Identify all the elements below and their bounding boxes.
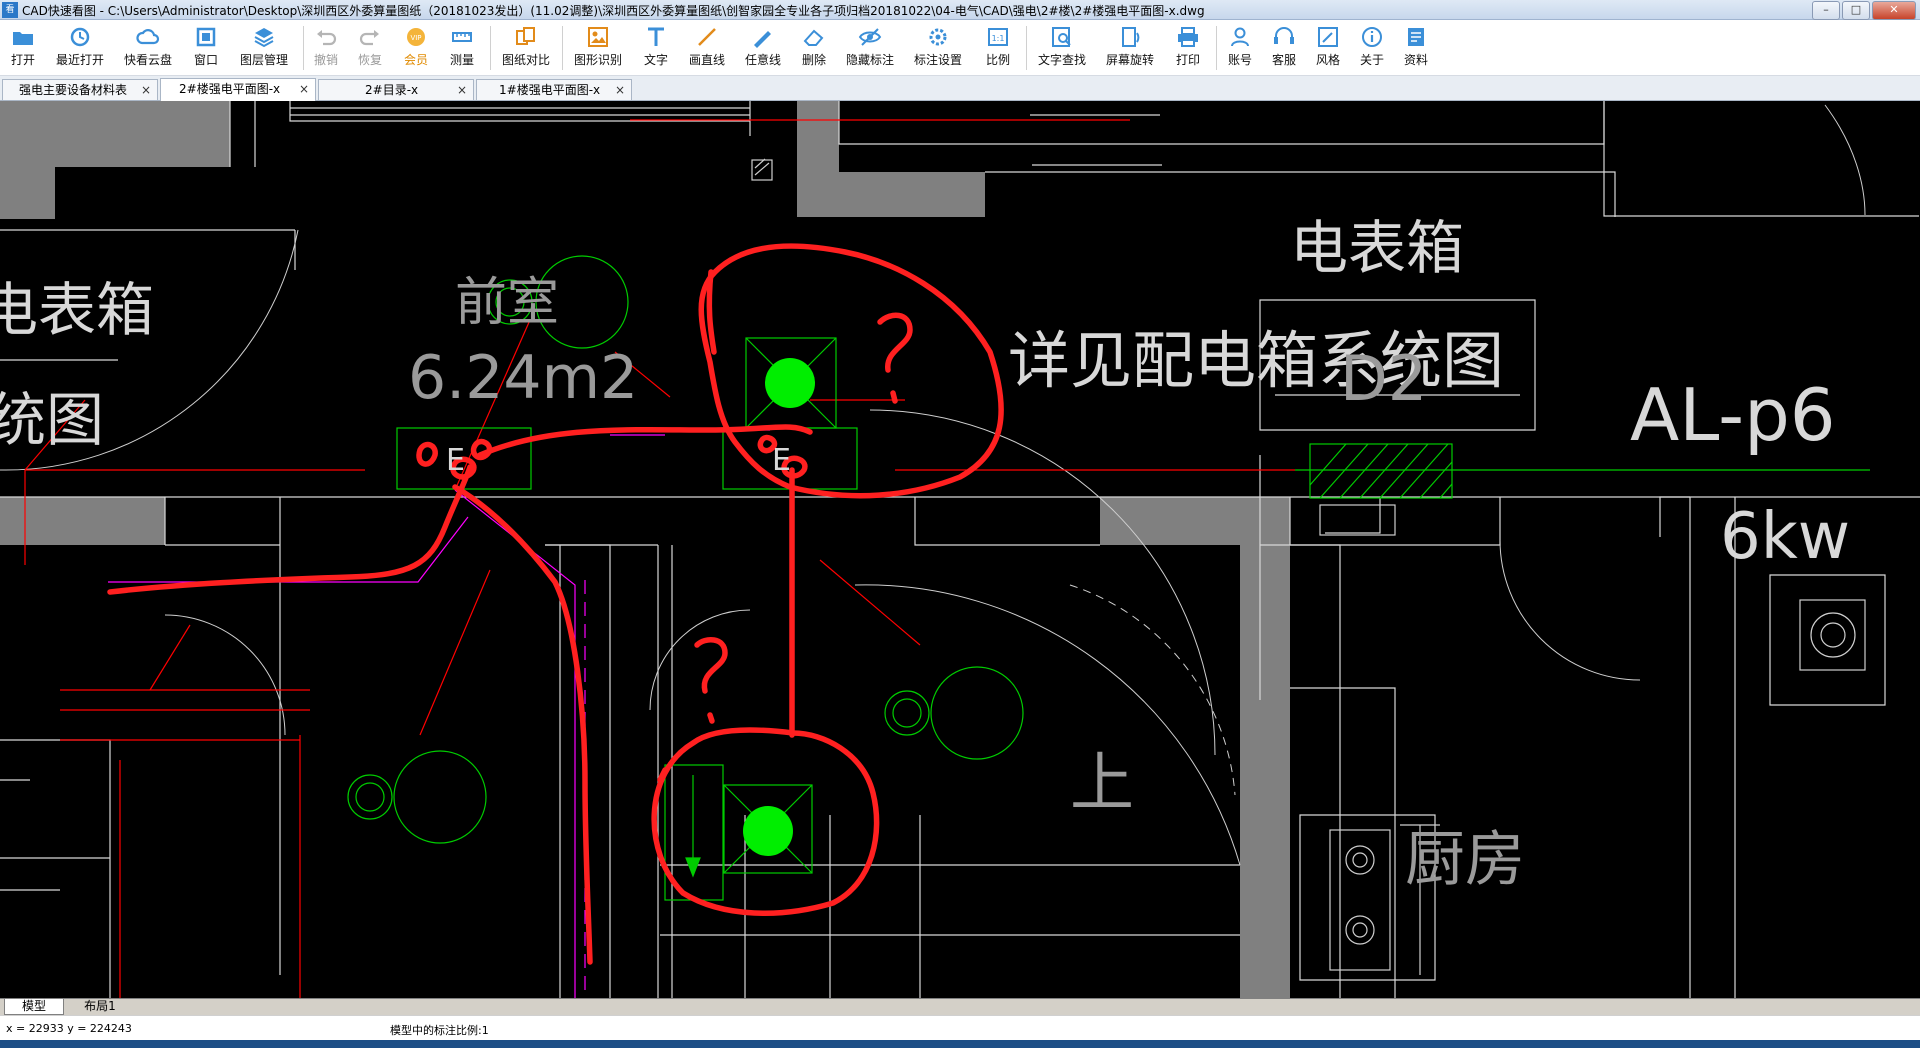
panel-id-label: AL-p6 (1630, 373, 1836, 457)
shape-recognition-button[interactable]: 图形识别 (570, 22, 626, 74)
wall-lines (0, 101, 1920, 998)
meter-box-right-label: 电表箱 (1290, 214, 1464, 282)
annotation-settings-button[interactable]: 标注设置 (910, 22, 966, 74)
red-wires (24, 119, 1295, 998)
print-icon (1178, 27, 1198, 47)
annotation-scale-text: 模型中的标注比例:1 (390, 1024, 489, 1037)
svg-text:VIP: VIP (410, 34, 421, 42)
meter-box-left-label: 电表箱 (0, 276, 154, 344)
close-tab-icon[interactable]: × (141, 80, 151, 100)
hide-annotation-icon (858, 28, 882, 46)
screen-rotate-button[interactable]: 屏幕旋转 (1102, 22, 1158, 74)
account-button[interactable]: 账号 (1222, 22, 1258, 74)
tab-building2-index[interactable]: 2#目录-x × (318, 79, 474, 100)
walls (0, 101, 1290, 998)
freehand-line-button[interactable]: 任意线 (740, 22, 786, 74)
cloud-icon (136, 29, 160, 45)
minimize-button[interactable]: – (1812, 1, 1840, 20)
d2-label: D2 (1340, 342, 1427, 415)
customer-service-button[interactable]: 客服 (1266, 22, 1302, 74)
redo-button[interactable]: 恢复 (352, 22, 388, 74)
tab-building2-power-plan[interactable]: 2#楼强电平面图-x × (160, 78, 316, 101)
title-bar: 看图 CAD快速看图 - C:\Users\Administrator\Desk… (0, 0, 1920, 31)
tab-model[interactable]: 模型 (4, 999, 64, 1015)
vip-icon: VIP (407, 28, 425, 46)
line-icon (698, 28, 716, 46)
undo-icon (317, 30, 337, 46)
area-label: 6.24m2 (408, 343, 638, 413)
coordinate-readout: x = 22933 y = 224243 (6, 1022, 132, 1035)
svg-text:1:1: 1:1 (992, 34, 1005, 43)
vestibule-label: 前室 (455, 273, 559, 333)
print-button[interactable]: 打印 (1170, 22, 1206, 74)
layers-icon (254, 28, 274, 48)
about-button[interactable]: 关于 (1354, 22, 1390, 74)
freehand-icon (754, 31, 771, 48)
app-logo-icon: 看图 (2, 2, 18, 31)
style-button[interactable]: 风格 (1310, 22, 1346, 74)
document-tab-bar: 强电主要设备材料表 × 2#楼强电平面图-x × 2#目录-x × 1#楼强电平… (0, 76, 1920, 101)
tab-layout1[interactable]: 布局1 (70, 999, 130, 1015)
redo-icon (359, 30, 379, 46)
open-button[interactable]: 打开 (4, 22, 42, 74)
scale-button[interactable]: 1:1 比例 (980, 22, 1016, 74)
tab-building1-power-plan[interactable]: 1#楼强电平面图-x × (476, 79, 632, 100)
resources-button[interactable]: 资料 (1398, 22, 1434, 74)
text-tool-button[interactable]: 文字 (638, 22, 674, 74)
eraser-icon (803, 29, 824, 46)
vip-button[interactable]: VIP 会员 (398, 22, 434, 74)
kitchen-label: 厨房 (1405, 825, 1525, 895)
fixture-dot-top (765, 358, 815, 408)
folder-icon (13, 32, 33, 45)
support-icon (1274, 27, 1294, 44)
window-button[interactable]: 窗口 (188, 22, 224, 74)
layout-tab-bar: 模型 布局1 (0, 998, 1920, 1015)
measure-button[interactable]: 测量 (444, 22, 480, 74)
close-button[interactable]: ✕ (1872, 1, 1916, 20)
style-icon (1318, 27, 1338, 47)
recent-icon (70, 27, 90, 47)
undo-button[interactable]: 撤销 (308, 22, 344, 74)
hide-annotation-button[interactable]: 隐藏标注 (842, 22, 898, 74)
docs-icon (1408, 28, 1424, 46)
close-tab-icon[interactable]: × (615, 80, 625, 100)
info-icon (1362, 27, 1382, 47)
window-title: CAD快速看图 - C:\Users\Administrator\Desktop… (22, 4, 1205, 18)
window-icon (196, 27, 216, 47)
scale-icon: 1:1 (988, 28, 1008, 46)
text-search-button[interactable]: 文字查找 (1034, 22, 1090, 74)
close-tab-icon[interactable]: × (457, 80, 467, 100)
os-taskbar (0, 1040, 1920, 1048)
compare-icon (516, 27, 535, 45)
e-label-left: E (446, 443, 465, 478)
delete-button[interactable]: 删除 (796, 22, 832, 74)
see-system-label: 详见配电箱系统图 (1008, 324, 1504, 397)
account-icon (1231, 27, 1249, 47)
maximize-button[interactable]: □ (1842, 1, 1870, 20)
text-search-icon (1052, 27, 1071, 47)
fixture-dot-bottom (743, 806, 793, 856)
measure-icon (452, 32, 472, 42)
tab-equipment-materials[interactable]: 强电主要设备材料表 × (2, 79, 158, 100)
power-label: 6kw (1720, 500, 1850, 574)
layer-manager-button[interactable]: 图层管理 (236, 22, 292, 74)
recent-open-button[interactable]: 最近打开 (52, 22, 108, 74)
cad-drawing[interactable]: 电表箱 统图 前室 6.24m2 电表箱 详见配电箱系统图 D2 AL-p6 6… (0, 101, 1920, 998)
close-tab-icon[interactable]: × (299, 79, 309, 99)
annotation-settings-icon (929, 28, 947, 46)
up-label: 上 (1070, 747, 1134, 821)
draw-line-button[interactable]: 画直线 (684, 22, 730, 74)
toolbar: 打开 最近打开 快看云盘 窗口 图层管理 撤销 恢复 VIP 会员 测量 图纸对… (0, 20, 1920, 76)
status-bar: x = 22933 y = 224243 模型中的标注比例:1 (0, 1015, 1920, 1040)
drawing-canvas[interactable]: 电表箱 统图 前室 6.24m2 电表箱 详见配电箱系统图 D2 AL-p6 6… (0, 101, 1920, 998)
cloud-drive-button[interactable]: 快看云盘 (120, 22, 176, 74)
compare-drawings-button[interactable]: 图纸对比 (498, 22, 554, 74)
system-left-label: 统图 (0, 386, 104, 454)
e-label-mid: E (772, 443, 791, 478)
recognize-icon (588, 27, 608, 47)
rotate-icon (1122, 27, 1140, 47)
magenta-lines (108, 429, 770, 998)
text-icon (648, 27, 664, 46)
